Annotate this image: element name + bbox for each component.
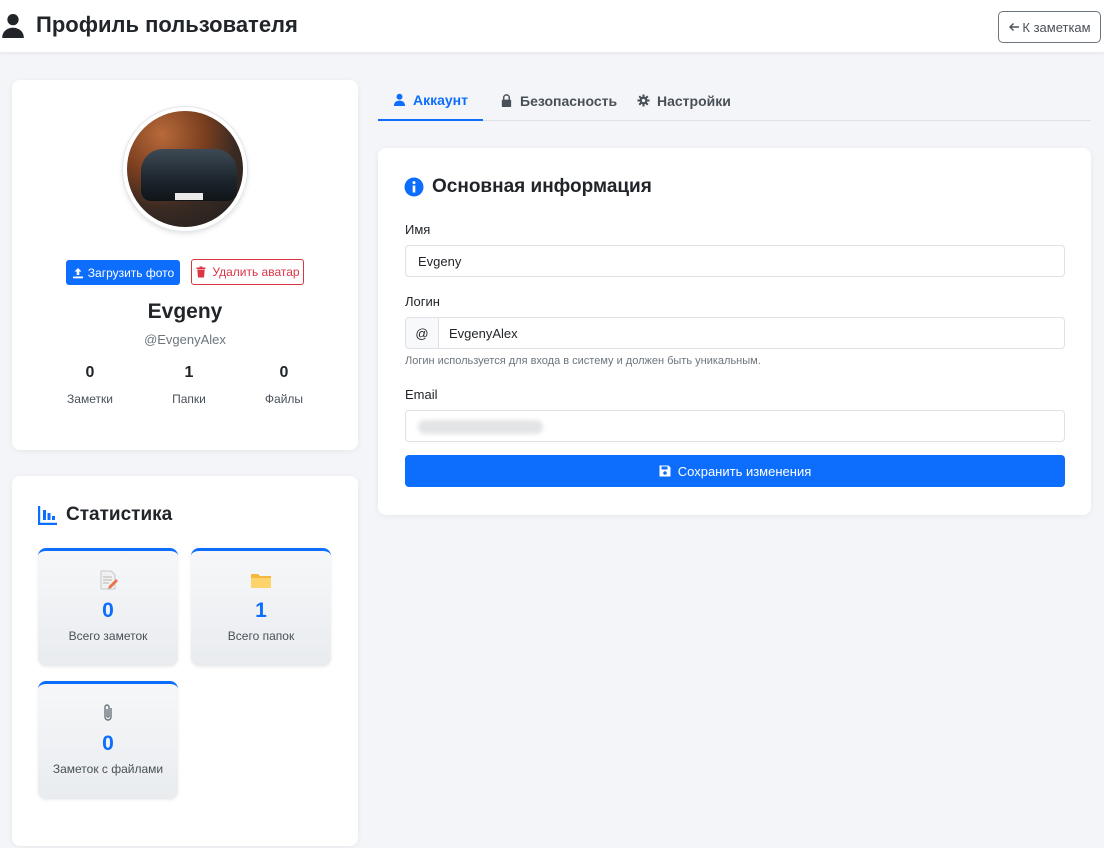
stat-tile-notes: 0 Всего заметок xyxy=(38,548,178,666)
stat-tile-label: Всего заметок xyxy=(68,629,148,643)
back-to-notes-button[interactable]: К заметкам xyxy=(998,11,1101,43)
user-icon xyxy=(393,93,406,106)
lock-icon xyxy=(501,94,512,107)
profile-stat-folders: 1 Папки xyxy=(139,364,239,406)
profile-stat-value: 0 xyxy=(85,364,95,381)
tab-label: Безопасность xyxy=(520,92,618,109)
upload-photo-label: Загрузить фото xyxy=(87,265,175,280)
delete-avatar-label: Удалить аватар xyxy=(212,265,300,279)
stat-tile-label: Всего папок xyxy=(227,629,295,643)
stat-tile-value: 0 xyxy=(102,599,114,622)
profile-stat-label: Заметки xyxy=(67,392,113,406)
user-icon xyxy=(2,13,24,38)
email-label: Email xyxy=(405,387,438,402)
login-input-group: @ xyxy=(405,317,1065,349)
profile-stat-value: 0 xyxy=(279,364,289,381)
stat-tile-files: 0 Заметок с файлами xyxy=(38,681,178,799)
top-bar: Профиль пользователя К заметкам xyxy=(0,0,1104,52)
page-title-text: Профиль пользователя xyxy=(36,12,298,37)
login-prefix: @ xyxy=(405,317,439,349)
basic-info-card: Основная информация Имя Логин @ Логин ис… xyxy=(378,148,1091,515)
stat-tile-value: 1 xyxy=(255,599,267,622)
statistics-card: Статистика 0 Всего заметок 1 Всего папок… xyxy=(12,476,358,846)
page-title: Профиль пользователя xyxy=(0,12,298,38)
back-button-label: К заметкам xyxy=(1022,19,1091,35)
memo-icon xyxy=(100,570,118,590)
tab-settings[interactable]: Настройки xyxy=(637,80,731,121)
tab-label: Аккаунт xyxy=(412,91,468,108)
tab-security[interactable]: Безопасность xyxy=(500,80,617,121)
tab-label: Настройки xyxy=(657,92,731,109)
login-field[interactable] xyxy=(439,317,1065,349)
profile-stat-value: 1 xyxy=(184,364,194,381)
user-login: @EvgenyAlex xyxy=(144,332,226,347)
tab-account[interactable]: Аккаунт xyxy=(378,80,483,121)
chart-bar-icon xyxy=(38,506,57,525)
gear-icon xyxy=(637,94,650,107)
arrow-left-icon xyxy=(1009,23,1020,31)
statistics-title-text: Статистика xyxy=(66,504,173,525)
profile-stat-label: Папки xyxy=(172,392,206,406)
statistics-title: Статистика xyxy=(38,504,172,526)
login-help-text: Логин используется для входа в систему и… xyxy=(405,355,761,367)
avatar xyxy=(123,107,247,231)
stat-tile-folders: 1 Всего папок xyxy=(191,548,331,666)
section-title-text: Основная информация xyxy=(432,176,652,197)
save-changes-button[interactable]: Сохранить изменения xyxy=(405,455,1065,487)
stat-tile-label: Заметок с файлами xyxy=(52,762,164,776)
floppy-disk-icon xyxy=(659,465,671,477)
stat-tile-value: 0 xyxy=(102,732,114,755)
login-label: Логин xyxy=(405,294,440,309)
save-changes-label: Сохранить изменения xyxy=(677,463,812,479)
profile-stat-files: 0 Файлы xyxy=(234,364,334,406)
profile-stat-label: Файлы xyxy=(264,392,304,406)
profile-card: Загрузить фото Удалить аватар Evgeny @Ev… xyxy=(12,80,358,450)
upload-photo-button[interactable]: Загрузить фото xyxy=(66,260,180,285)
user-display-name: Evgeny xyxy=(147,300,223,323)
avatar-photo-plate xyxy=(175,193,203,200)
delete-avatar-button[interactable]: Удалить аватар xyxy=(191,259,304,285)
email-redacted xyxy=(418,420,543,434)
profile-stat-notes: 0 Заметки xyxy=(40,364,140,406)
profile-tabs: Аккаунт Безопасность Настройки xyxy=(378,80,1091,121)
upload-icon xyxy=(72,267,83,278)
section-title: Основная информация xyxy=(404,176,652,198)
info-icon xyxy=(404,177,424,197)
trash-icon xyxy=(196,266,206,278)
folder-icon xyxy=(251,574,271,588)
paperclip-icon xyxy=(104,704,112,721)
name-field[interactable] xyxy=(405,245,1065,277)
name-label: Имя xyxy=(405,222,431,237)
